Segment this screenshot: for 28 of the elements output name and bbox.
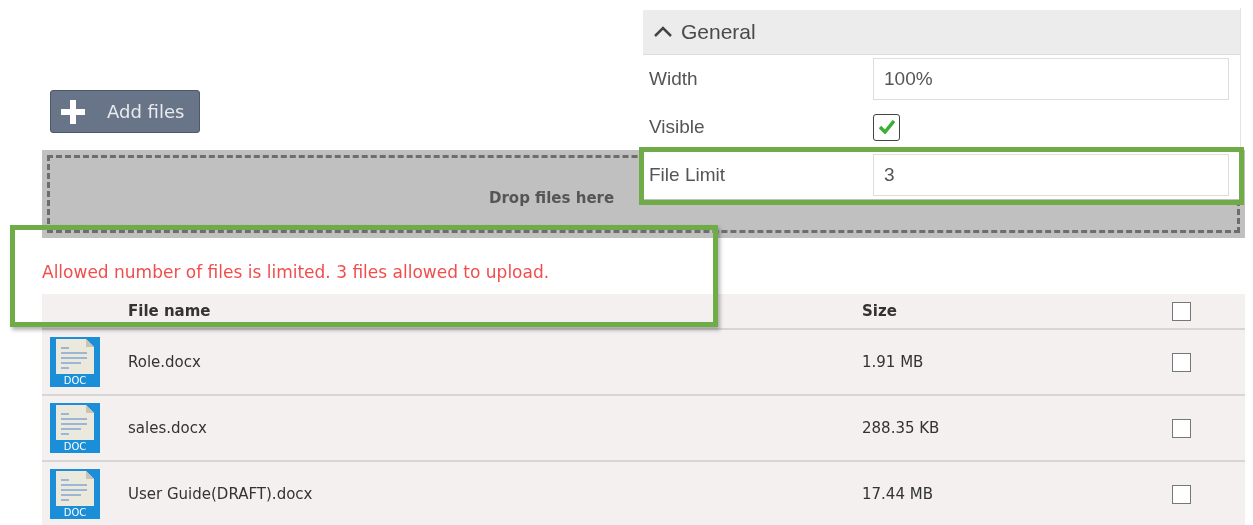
field-label: Visible	[648, 116, 706, 138]
file-name: Role.docx	[128, 329, 862, 395]
limit-message: Allowed number of files is limited. 3 files allowed to upload.	[42, 262, 551, 284]
file-size: 288.35 KB	[862, 395, 1172, 461]
column-header: Size	[862, 294, 1172, 329]
checkbox[interactable]	[1172, 301, 1191, 321]
checkbox[interactable]	[873, 113, 900, 141]
add-files-button[interactable]: Add files	[50, 90, 200, 133]
plus-icon	[61, 99, 85, 124]
file-name: sales.docx	[128, 395, 862, 461]
checkmark-icon	[878, 120, 895, 134]
checkbox[interactable]	[1172, 418, 1191, 438]
file-size: 17.44 MB	[862, 461, 1172, 525]
drop-zone-text: Drop files here	[489, 189, 615, 207]
field-label: Width	[648, 68, 699, 90]
document-icon: DOC	[50, 403, 100, 453]
checkbox[interactable]	[1172, 484, 1191, 504]
checkbox[interactable]	[1172, 352, 1191, 372]
chevron-icon	[653, 26, 673, 38]
document-icon: DOC	[50, 337, 100, 387]
column-header: File name	[128, 294, 862, 329]
file-name: User Guide(DRAFT).docx	[128, 461, 862, 525]
file-size: 1.91 MB	[862, 329, 1172, 395]
section-header[interactable]: General	[643, 10, 1240, 55]
text-field[interactable]: 3	[873, 154, 1229, 196]
field-label: File Limit	[648, 164, 726, 186]
document-icon: DOC	[50, 469, 100, 519]
text-field[interactable]: 100%	[873, 58, 1229, 100]
